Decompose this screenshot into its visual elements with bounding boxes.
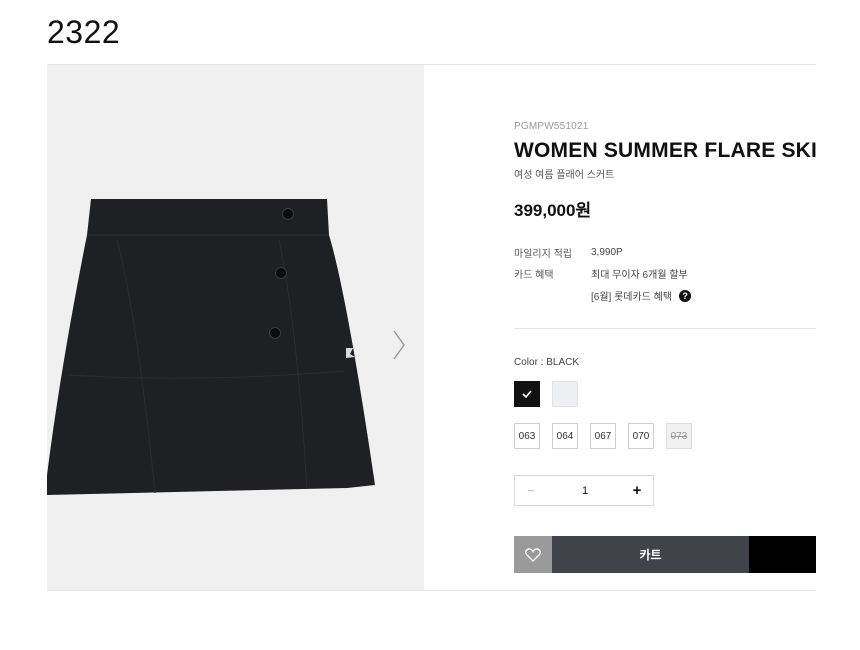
product-image-gallery	[47, 65, 424, 590]
size-option-064[interactable]: 064	[552, 423, 578, 449]
benefit-label: 카드 혜택	[514, 270, 554, 281]
quantity-stepper: − +	[514, 475, 654, 506]
product-info: PGMPW551021 WOMEN SUMMER FLARE SKI 여성 여름…	[514, 65, 816, 590]
size-option-073-soldout[interactable]: 073	[666, 423, 692, 449]
quantity-decrease-button[interactable]: −	[515, 476, 547, 505]
product-detail: PGMPW551021 WOMEN SUMMER FLARE SKI 여성 여름…	[47, 64, 816, 591]
benefit-value-wrap: [6월] 롯데카드 혜택 ?	[591, 288, 692, 303]
info-icon[interactable]: ?	[679, 289, 692, 302]
heart-icon	[525, 547, 541, 562]
size-option-067[interactable]: 067	[590, 423, 616, 449]
quantity-input[interactable]	[547, 476, 623, 505]
product-title: WOMEN SUMMER FLARE SKI	[514, 139, 816, 162]
product-image	[47, 199, 375, 495]
benefit-row-card: 카드 혜택 최대 무이자 6개월 할부	[514, 266, 688, 281]
color-swatch-light[interactable]	[552, 381, 578, 407]
product-code: PGMPW551021	[514, 121, 589, 132]
benefit-label: 마일리지 적립	[514, 249, 572, 260]
chevron-right-icon[interactable]	[389, 327, 409, 363]
buy-now-button[interactable]	[749, 536, 816, 573]
benefit-value: [6월] 롯데카드 혜택	[591, 292, 673, 303]
product-subtitle: 여성 여름 플래어 스커트	[514, 170, 615, 181]
benefit-value: 3,990P	[591, 247, 623, 258]
benefit-label	[514, 288, 591, 303]
add-to-cart-button[interactable]: 카트	[552, 536, 749, 573]
color-swatch-black[interactable]	[514, 381, 540, 407]
benefit-row-mileage: 마일리지 적립 3,990P	[514, 245, 623, 260]
wishlist-button[interactable]	[514, 536, 552, 573]
size-option-070[interactable]: 070	[628, 423, 654, 449]
color-label: Color : BLACK	[514, 357, 580, 368]
product-price: 399,000원	[514, 201, 592, 220]
benefit-row-card-event: [6월] 롯데카드 혜택 ?	[514, 288, 692, 303]
divider	[514, 328, 816, 329]
quantity-increase-button[interactable]: +	[621, 476, 653, 505]
benefit-value: 최대 무이자 6개월 할부	[591, 270, 688, 281]
size-option-063[interactable]: 063	[514, 423, 540, 449]
page-label: 2322	[47, 14, 121, 50]
check-icon	[522, 390, 532, 398]
